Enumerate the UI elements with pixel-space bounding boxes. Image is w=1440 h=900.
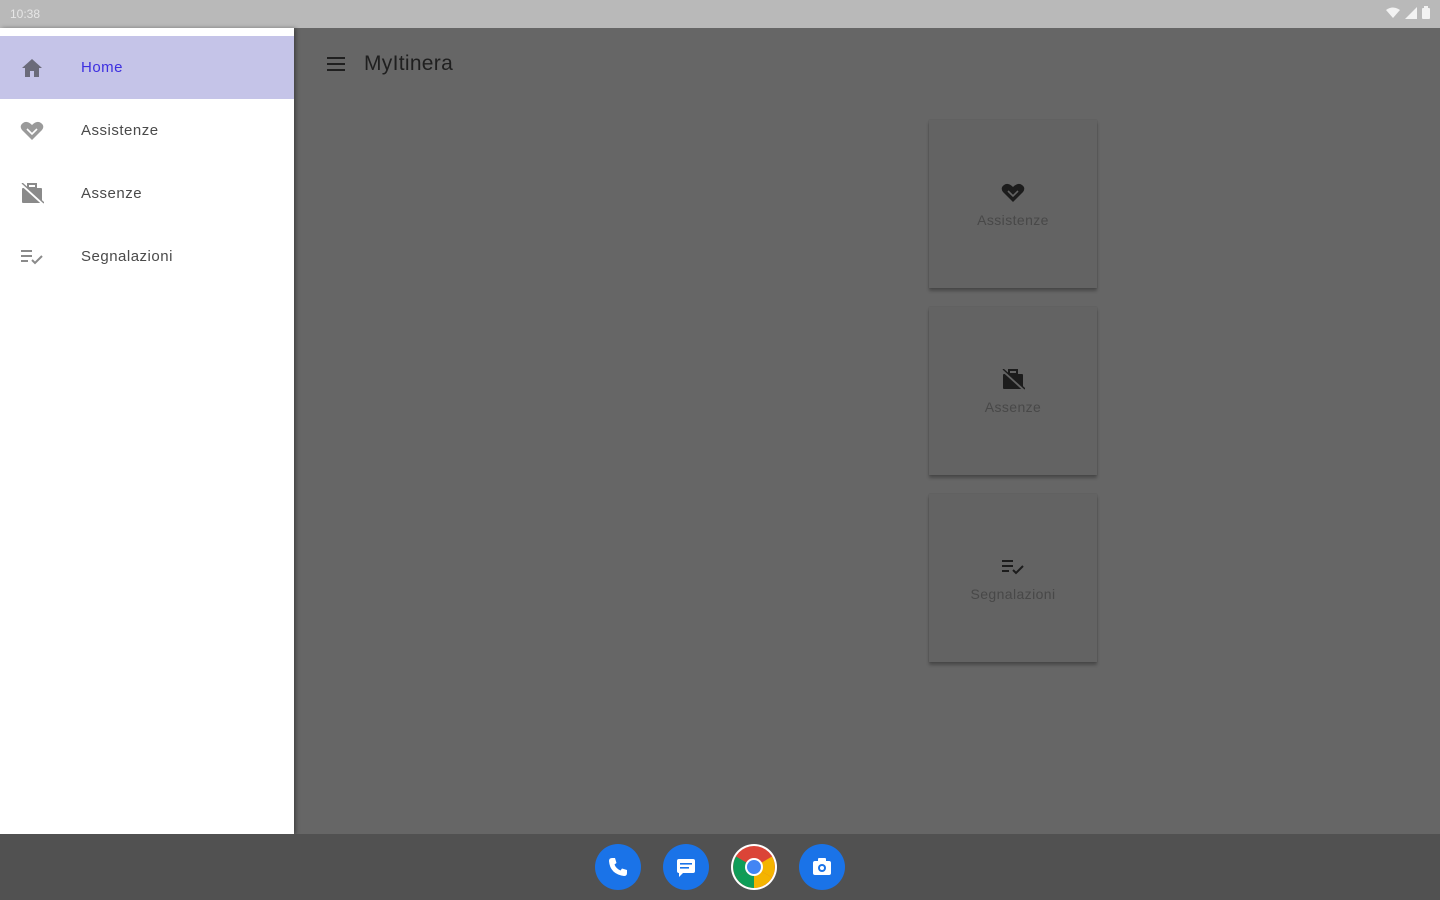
drawer-item-label: Home xyxy=(81,59,124,76)
navigation-drawer: Home Assistenze Assenze Segnalazioni xyxy=(0,28,294,834)
wifi-icon xyxy=(1386,7,1400,22)
taskbar xyxy=(0,834,1440,900)
camera-icon[interactable] xyxy=(799,844,845,890)
messages-icon[interactable] xyxy=(663,844,709,890)
work-off-icon xyxy=(1000,367,1026,393)
handshake-heart-icon xyxy=(1000,180,1026,206)
phone-icon[interactable] xyxy=(595,844,641,890)
card-assenze[interactable]: Assenze xyxy=(929,307,1097,475)
card-label: Segnalazioni xyxy=(970,586,1056,602)
battery-icon xyxy=(1422,6,1430,22)
drawer-item-label: Assenze xyxy=(81,185,143,202)
chrome-icon[interactable] xyxy=(731,844,777,890)
card-label: Assenze xyxy=(984,399,1042,415)
hamburger-menu-icon[interactable] xyxy=(316,44,356,84)
signal-icon xyxy=(1405,6,1417,22)
status-icons xyxy=(1386,6,1430,22)
handshake-heart-icon xyxy=(20,119,44,143)
card-assistenze[interactable]: Assistenze xyxy=(929,120,1097,288)
drawer-item-label: Assistenze xyxy=(81,122,159,139)
dashboard-cards: Assistenze Assenze Segnalazioni xyxy=(929,120,1097,681)
playlist-check-icon xyxy=(1000,554,1026,580)
status-bar: 10:38 xyxy=(0,0,1440,28)
drawer-item-assistenze[interactable]: Assistenze xyxy=(0,99,294,162)
drawer-item-segnalazioni[interactable]: Segnalazioni xyxy=(0,225,294,288)
drawer-item-home[interactable]: Home xyxy=(0,36,294,99)
card-label: Assistenze xyxy=(977,212,1049,228)
status-time: 10:38 xyxy=(10,7,41,21)
top-app-bar: MyItinera xyxy=(294,28,1440,100)
card-segnalazioni[interactable]: Segnalazioni xyxy=(929,494,1097,662)
drawer-item-label: Segnalazioni xyxy=(81,248,173,265)
home-icon xyxy=(20,56,44,80)
drawer-item-assenze[interactable]: Assenze xyxy=(0,162,294,225)
app-title: MyItinera xyxy=(364,52,454,75)
work-off-icon xyxy=(20,182,44,206)
playlist-check-icon xyxy=(20,245,44,269)
